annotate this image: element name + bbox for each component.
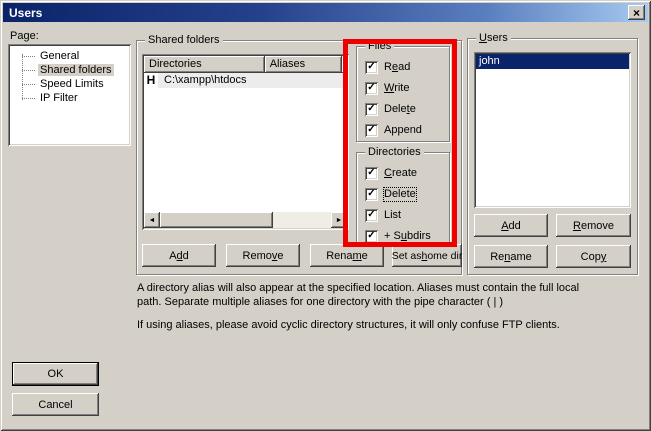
home-flag: H (144, 73, 158, 88)
users-rename-button[interactable]: Rename (474, 245, 548, 268)
button-label: Cop (581, 251, 601, 263)
user-item-john[interactable]: john (476, 54, 629, 69)
sidebar-item-label: General (38, 50, 81, 62)
users-dialog-screen: Users × Page: General Shared folders Spe… (0, 0, 651, 431)
set-as-home-dir-button[interactable]: Set as home dir (392, 244, 462, 267)
button-label: A (501, 220, 508, 232)
list-checkbox[interactable]: ✓ (365, 209, 378, 222)
check-icon: ✓ (367, 104, 375, 114)
append-checkbox[interactable]: ✓ (365, 124, 378, 137)
subdirs-checkbox[interactable]: ✓ (365, 230, 378, 243)
dirs-list-row: ✓ List (365, 208, 401, 222)
folders-remove-button[interactable]: Remove (226, 244, 300, 267)
close-icon[interactable]: × (628, 5, 645, 20)
button-label: m (353, 250, 362, 262)
sidebar-item-label: Shared folders (38, 64, 114, 76)
window-title: Users (9, 6, 42, 20)
checkbox-label: Create (384, 167, 417, 180)
button-label: Remo (243, 250, 272, 262)
column-header-aliases[interactable]: Aliases (265, 56, 342, 73)
button-label: R (573, 220, 581, 232)
alias-help-text: A directory alias will also appear at th… (137, 281, 642, 332)
check-icon: ✓ (367, 62, 375, 72)
shared-folders-group-label: Shared folders (145, 34, 223, 47)
folders-add-button[interactable]: Add (142, 244, 216, 267)
sidebar-item-ip-filter[interactable]: IP Filter (8, 91, 131, 105)
button-label: A (169, 250, 176, 262)
button-label: Rena (326, 250, 352, 262)
button-label: dd (509, 220, 521, 232)
button-label: ome dir (427, 250, 462, 262)
directories-group: Directories ✓ Create ✓ Delete ✓ List ✓ +… (356, 152, 450, 246)
checkbox-label: List (384, 209, 401, 222)
checkbox-label: Write (384, 82, 409, 95)
users-group-label: Users (476, 32, 511, 45)
checkbox-label: Delete (384, 188, 416, 201)
delete-checkbox[interactable]: ✓ (365, 103, 378, 116)
sidebar-item-label: Speed Limits (38, 78, 106, 90)
help-line: A directory alias will also appear at th… (137, 281, 642, 295)
sidebar-item-general[interactable]: General (8, 49, 131, 63)
page-list: General Shared folders Speed Limits IP F… (8, 44, 131, 146)
files-write-row: ✓ Write (365, 81, 409, 95)
directory-row[interactable]: H C:\xampp\htdocs (144, 73, 347, 88)
page-panel-label: Page: (10, 30, 39, 42)
dirs-delete-row: ✓ Delete (365, 187, 416, 201)
check-icon: ✓ (367, 125, 375, 135)
files-read-row: ✓ Read (365, 60, 410, 74)
listview-header: Directories Aliases (144, 56, 347, 73)
button-label: y (601, 251, 607, 263)
dir-delete-checkbox[interactable]: ✓ (365, 188, 378, 201)
sidebar-item-label: IP Filter (38, 92, 80, 104)
users-remove-button[interactable]: Remove (556, 214, 631, 237)
read-checkbox[interactable]: ✓ (365, 61, 378, 74)
directories-group-label: Directories (365, 146, 424, 159)
cancel-button[interactable]: Cancel (12, 393, 99, 416)
ok-button[interactable]: OK (12, 362, 99, 386)
check-icon: ✓ (367, 231, 375, 241)
scrollbar-thumb[interactable] (160, 212, 273, 228)
check-icon: ✓ (367, 210, 375, 220)
button-label: e (277, 250, 283, 262)
button-label: Set as (392, 250, 422, 262)
create-checkbox[interactable]: ✓ (365, 167, 378, 180)
files-group: Files ✓ Read ✓ Write ✓ Delete ✓ Append (356, 46, 450, 142)
scrollbar-track[interactable] (273, 212, 331, 228)
button-label: d (183, 250, 189, 262)
column-header-directories[interactable]: Directories (144, 56, 265, 73)
folders-rename-button[interactable]: Rename (310, 244, 384, 267)
checkbox-label: Read (384, 61, 410, 74)
check-icon: ✓ (367, 83, 375, 93)
dirs-create-row: ✓ Create (365, 166, 417, 180)
horizontal-scrollbar[interactable]: ◄ ► (144, 212, 347, 228)
column-header-filler (342, 56, 347, 73)
users-list[interactable]: john (474, 52, 631, 208)
users-add-button[interactable]: Add (474, 214, 548, 237)
users-copy-button[interactable]: Copy (556, 245, 631, 268)
button-label: emove (581, 220, 614, 232)
check-icon: ✓ (367, 189, 375, 199)
directories-listview[interactable]: Directories Aliases H C:\xampp\htdocs ◄ … (142, 54, 349, 230)
files-append-row: ✓ Append (365, 123, 422, 137)
write-checkbox[interactable]: ✓ (365, 82, 378, 95)
checkbox-label: Delete (384, 103, 416, 116)
directory-path: C:\xampp\htdocs (158, 73, 247, 88)
files-delete-row: ✓ Delete (365, 102, 416, 116)
scroll-right-icon[interactable]: ► (331, 212, 347, 228)
button-label: e (362, 250, 368, 262)
help-line: path. Separate multiple aliases for one … (137, 295, 642, 309)
check-icon: ✓ (367, 168, 375, 178)
button-label: Re (490, 251, 504, 263)
button-label: ame (510, 251, 531, 263)
checkbox-label: + Subdirs (384, 230, 431, 243)
title-bar[interactable]: Users × (3, 3, 648, 22)
sidebar-item-shared-folders[interactable]: Shared folders (8, 63, 131, 77)
users-dialog: Users × Page: General Shared folders Spe… (0, 0, 651, 431)
checkbox-label: Append (384, 124, 422, 137)
files-group-label: Files (365, 40, 394, 53)
help-line: If using aliases, please avoid cyclic di… (137, 318, 642, 332)
sidebar-item-speed-limits[interactable]: Speed Limits (8, 77, 131, 91)
scroll-left-icon[interactable]: ◄ (144, 212, 160, 228)
dirs-subdirs-row: ✓ + Subdirs (365, 229, 431, 243)
